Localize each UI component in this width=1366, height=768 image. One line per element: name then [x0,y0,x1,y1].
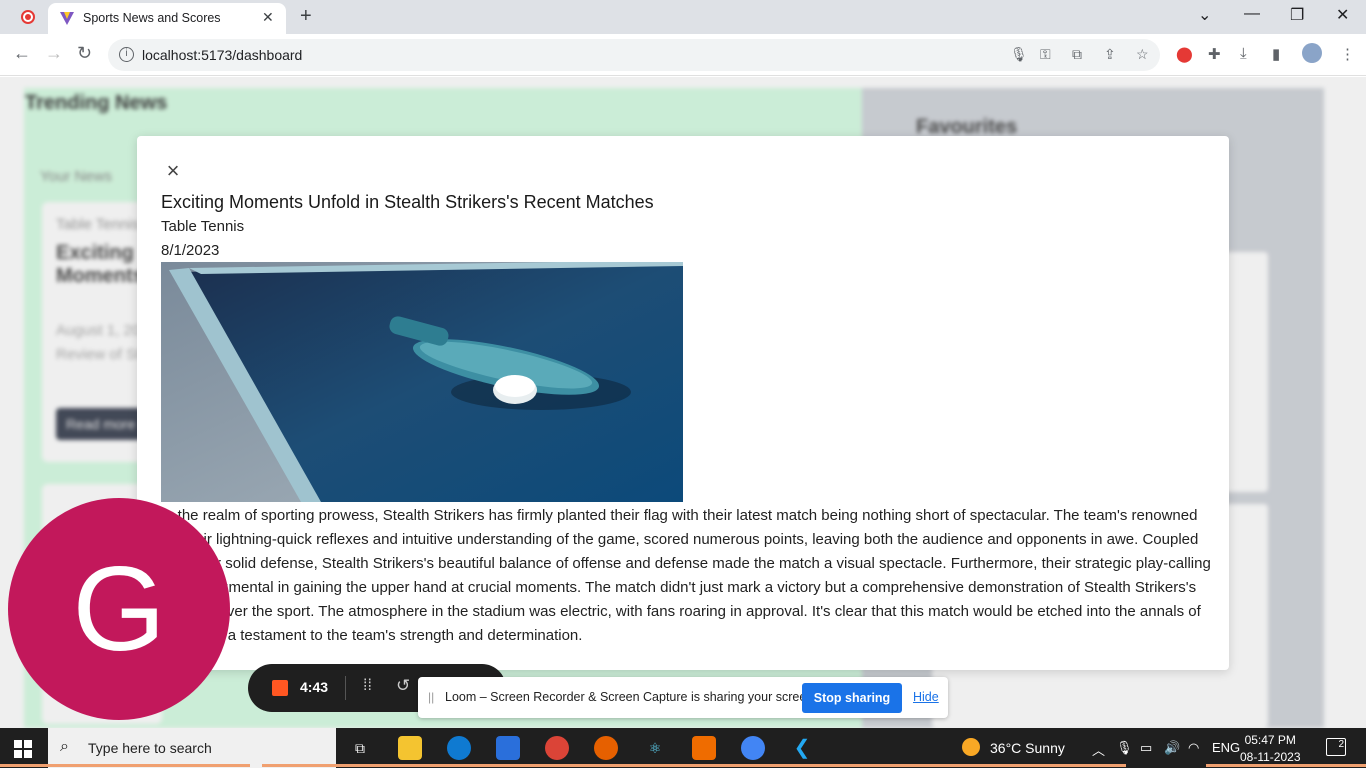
modal-category: Table Tennis [161,218,245,235]
browser-toolbar: ← → ↻ i localhost:5173/dashboard 🎙 ⚿ ⧉ ⇪… [0,34,1366,76]
site-info-icon[interactable]: i [119,47,134,62]
menu-icon[interactable]: ⋮ [1340,45,1355,63]
minimize-button[interactable]: — [1244,5,1260,23]
recording-indicator-icon [21,10,35,24]
vscode-icon[interactable]: ❮ [790,736,814,760]
notification-center-icon[interactable]: 2 [1326,738,1346,756]
microphone-icon[interactable]: 🎙 [1010,46,1028,63]
tab-title: Sports News and Scores [83,11,221,25]
edge-icon[interactable] [447,736,471,760]
weather-sun-icon[interactable] [962,738,980,756]
divider [345,676,346,700]
taskbar-indicator [0,764,250,767]
address-bar[interactable]: i localhost:5173/dashboard 🎙 ⚿ ⧉ ⇪ ☆ [108,39,1160,71]
language-indicator[interactable]: ENG [1212,740,1240,755]
drag-grid-icon[interactable]: ⁞⁞ [363,677,372,695]
hide-link[interactable]: Hide [913,690,939,704]
tab-search-icon[interactable]: ⌄ [1198,5,1211,25]
chrome-icon[interactable] [545,736,569,760]
table-tennis-image [161,262,683,502]
firefox-icon[interactable] [594,736,618,760]
battery-icon[interactable]: ▭ [1140,740,1152,756]
new-tab-button[interactable]: + [300,5,312,28]
volume-icon[interactable]: 🔊 [1164,740,1180,756]
clock-date: 08-11-2023 [1240,750,1301,764]
vite-favicon-icon [60,12,74,25]
loom-camera-avatar[interactable]: G [8,498,230,720]
screen-share-banner: || Loom – Screen Recorder & Screen Captu… [418,677,948,718]
windows-start-icon[interactable] [14,740,32,758]
react-icon[interactable]: ⚛ [643,736,667,760]
forward-button[interactable]: → [45,43,63,64]
key-icon[interactable]: ⚿ [1040,46,1051,63]
taskbar-indicator [262,764,1126,767]
tab-close-icon[interactable]: ✕ [262,9,274,26]
open-in-app-icon[interactable]: ⧉ [1072,46,1082,63]
chrome-active-icon[interactable] [741,736,765,760]
bookmark-star-icon[interactable]: ☆ [1136,46,1149,63]
reload-button[interactable]: ↻ [77,43,92,64]
restore-button[interactable]: ❐ [1290,5,1304,25]
clock-time: 05:47 PM [1244,733,1296,747]
wifi-icon[interactable]: ◠ [1188,740,1199,756]
side-panel-icon[interactable]: ▮ [1272,45,1280,63]
microphone-tray-icon[interactable]: 🎙 [1116,740,1133,756]
close-modal-button[interactable]: × [163,160,183,182]
file-explorer-icon[interactable] [398,736,422,760]
modal-title: Exciting Moments Unfold in Stealth Strik… [161,192,654,212]
postman-icon[interactable] [692,736,716,760]
url-text[interactable]: localhost:5173/dashboard [142,47,302,63]
profile-avatar[interactable] [1302,43,1322,63]
browser-tab[interactable]: Sports News and Scores ✕ [48,3,286,34]
search-placeholder[interactable]: Type here to search [88,740,212,756]
news-detail-modal: × Exciting Moments Unfold in Stealth Str… [137,136,1229,670]
stop-sharing-button[interactable]: Stop sharing [802,683,902,713]
store-icon[interactable] [496,736,520,760]
recording-timer: 4:43 [300,679,329,695]
browser-tab-bar: Sports News and Scores ✕ + ⌄ — ❐ ✕ [0,0,1366,34]
modal-date: 8/1/2023 [161,242,220,259]
restart-icon[interactable]: ↺ [396,676,410,696]
modal-article-body: In the realm of sporting prowess, Stealt… [161,507,1211,644]
share-message: Loom – Screen Recorder & Screen Capture … [445,690,817,704]
search-icon: ⌕ [60,738,69,755]
stop-recording-button[interactable] [272,680,288,696]
extensions-icon[interactable]: ✚ [1208,45,1221,63]
taskbar-search-box[interactable]: ⌕ Type here to search [48,728,336,768]
weather-text[interactable]: 36°C Sunny [990,740,1065,756]
download-icon[interactable]: ⤓ [1240,45,1247,62]
share-icon[interactable]: ⇪ [1104,46,1116,63]
taskbar-clock[interactable]: 05:47 PM 08-11-2023 [1240,732,1301,766]
back-button[interactable]: ← [13,43,31,64]
close-window-button[interactable]: ✕ [1336,5,1349,25]
show-hidden-icons-icon[interactable]: ︿ [1092,740,1105,759]
grip-icon[interactable]: || [428,690,434,704]
opera-extension-icon[interactable]: ⬤ [1176,45,1193,63]
windows-taskbar: ⌕ Type here to search ⧉ ⚛ ❮ [0,728,1366,768]
task-view-icon[interactable]: ⧉ [348,736,372,760]
